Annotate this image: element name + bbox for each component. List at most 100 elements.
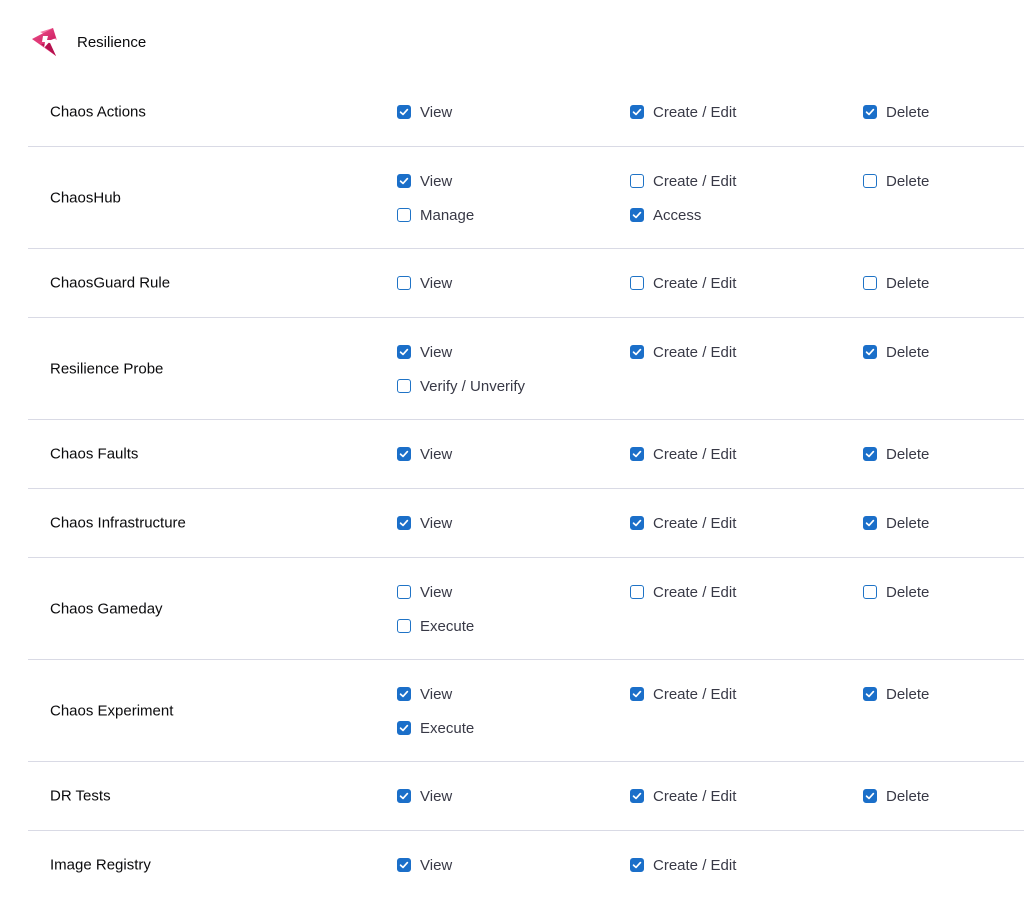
checkbox-delete[interactable]: Delete — [863, 685, 929, 703]
checkbox-label: Create / Edit — [653, 514, 737, 532]
checkbox-label: View — [420, 583, 453, 601]
checkbox-label: Delete — [886, 445, 930, 463]
checkbox-icon[interactable] — [397, 619, 411, 633]
module-title: Resilience — [77, 33, 147, 51]
checkbox-create-edit[interactable]: Create / Edit — [630, 514, 736, 532]
checkbox-icon[interactable] — [630, 516, 644, 530]
checkbox-label: Verify / Unverify — [420, 377, 526, 395]
checkbox-execute[interactable]: Execute — [397, 617, 474, 635]
checkbox-icon[interactable] — [630, 858, 644, 872]
checkbox-label: Delete — [886, 583, 930, 601]
checkbox-verify-unverify[interactable]: Verify / Unverify — [397, 377, 525, 395]
resource-name: Chaos Actions — [50, 103, 146, 121]
checkbox-icon[interactable] — [397, 345, 411, 359]
resource-name: Resilience Probe — [50, 360, 164, 377]
resource-row-chaoshub: ChaosHub View Create / Edit Delete Manag… — [28, 147, 1024, 249]
checkbox-icon[interactable] — [630, 789, 644, 803]
checkbox-delete[interactable]: Delete — [863, 514, 929, 532]
checkbox-view[interactable]: View — [397, 103, 452, 121]
checkbox-create-edit[interactable]: Create / Edit — [630, 787, 736, 805]
checkbox-delete[interactable]: Delete — [863, 445, 929, 463]
checkbox-view[interactable]: View — [397, 445, 452, 463]
resource-name: Chaos Infrastructure — [50, 514, 186, 532]
checkbox-icon[interactable] — [397, 585, 411, 599]
checkbox-label: Delete — [886, 343, 930, 361]
checkbox-view[interactable]: View — [397, 514, 452, 532]
checkbox-icon[interactable] — [630, 345, 644, 359]
checkbox-icon[interactable] — [630, 174, 644, 188]
checkbox-create-edit[interactable]: Create / Edit — [630, 343, 736, 361]
checkbox-label: Delete — [886, 274, 930, 292]
chaos-module-logo-icon — [32, 28, 57, 56]
checkbox-create-edit[interactable]: Create / Edit — [630, 856, 736, 874]
checkbox-view[interactable]: View — [397, 583, 452, 601]
checkbox-icon[interactable] — [863, 687, 877, 701]
resource-name: Chaos Gameday — [50, 600, 163, 617]
permissions-list: Chaos Actions View Create / Edit Delete … — [28, 78, 1024, 899]
checkbox-label: Create / Edit — [653, 343, 737, 361]
checkbox-icon[interactable] — [863, 105, 877, 119]
checkbox-create-edit[interactable]: Create / Edit — [630, 685, 736, 703]
checkbox-icon[interactable] — [397, 174, 411, 188]
checkbox-icon[interactable] — [863, 447, 877, 461]
checkbox-icon[interactable] — [397, 208, 411, 222]
checkbox-label: Create / Edit — [653, 685, 737, 703]
checkbox-icon[interactable] — [397, 789, 411, 803]
checkbox-label: View — [420, 685, 453, 703]
checkbox-delete[interactable]: Delete — [863, 103, 929, 121]
checkbox-view[interactable]: View — [397, 685, 452, 703]
checkbox-icon[interactable] — [863, 516, 877, 530]
resource-name: Chaos Experiment — [50, 702, 174, 719]
checkbox-icon[interactable] — [630, 687, 644, 701]
checkbox-access[interactable]: Access — [630, 206, 701, 224]
checkbox-label: View — [420, 787, 453, 805]
checkbox-view[interactable]: View — [397, 343, 452, 361]
checkbox-label: View — [420, 274, 453, 292]
resource-row-chaos-faults: Chaos Faults View Create / Edit Delete — [28, 420, 1024, 489]
checkbox-icon[interactable] — [630, 105, 644, 119]
checkbox-icon[interactable] — [863, 345, 877, 359]
checkbox-icon[interactable] — [863, 789, 877, 803]
checkbox-label: Create / Edit — [653, 445, 737, 463]
resource-row-resilience-probe: Resilience Probe View Create / Edit Dele… — [28, 318, 1024, 420]
checkbox-delete[interactable]: Delete — [863, 274, 929, 292]
checkbox-icon[interactable] — [630, 276, 644, 290]
checkbox-create-edit[interactable]: Create / Edit — [630, 583, 736, 601]
checkbox-label: Delete — [886, 787, 930, 805]
checkbox-icon[interactable] — [397, 276, 411, 290]
resource-row-chaos-gameday: Chaos Gameday View Create / Edit Delete … — [28, 558, 1024, 660]
checkbox-icon[interactable] — [397, 105, 411, 119]
checkbox-icon[interactable] — [630, 208, 644, 222]
checkbox-execute[interactable]: Execute — [397, 719, 474, 737]
checkbox-label: Create / Edit — [653, 274, 737, 292]
checkbox-icon[interactable] — [863, 276, 877, 290]
checkbox-view[interactable]: View — [397, 274, 452, 292]
checkbox-delete[interactable]: Delete — [863, 787, 929, 805]
checkbox-icon[interactable] — [397, 447, 411, 461]
checkbox-view[interactable]: View — [397, 787, 452, 805]
checkbox-view[interactable]: View — [397, 172, 452, 190]
checkbox-icon[interactable] — [863, 174, 877, 188]
checkbox-delete[interactable]: Delete — [863, 583, 929, 601]
checkbox-delete[interactable]: Delete — [863, 343, 929, 361]
checkbox-view[interactable]: View — [397, 856, 452, 874]
checkbox-icon[interactable] — [397, 516, 411, 530]
checkbox-label: Create / Edit — [653, 583, 737, 601]
checkbox-label: View — [420, 856, 453, 874]
checkbox-icon[interactable] — [863, 585, 877, 599]
checkbox-create-edit[interactable]: Create / Edit — [630, 274, 736, 292]
checkbox-label: Create / Edit — [653, 787, 737, 805]
checkbox-icon[interactable] — [397, 721, 411, 735]
checkbox-icon[interactable] — [397, 379, 411, 393]
checkbox-label: Access — [653, 206, 702, 224]
module-header: Resilience — [30, 26, 146, 58]
checkbox-create-edit[interactable]: Create / Edit — [630, 172, 736, 190]
checkbox-icon[interactable] — [397, 687, 411, 701]
checkbox-delete[interactable]: Delete — [863, 172, 929, 190]
checkbox-icon[interactable] — [630, 585, 644, 599]
checkbox-create-edit[interactable]: Create / Edit — [630, 103, 736, 121]
checkbox-create-edit[interactable]: Create / Edit — [630, 445, 736, 463]
checkbox-icon[interactable] — [630, 447, 644, 461]
checkbox-icon[interactable] — [397, 858, 411, 872]
checkbox-manage[interactable]: Manage — [397, 206, 474, 224]
